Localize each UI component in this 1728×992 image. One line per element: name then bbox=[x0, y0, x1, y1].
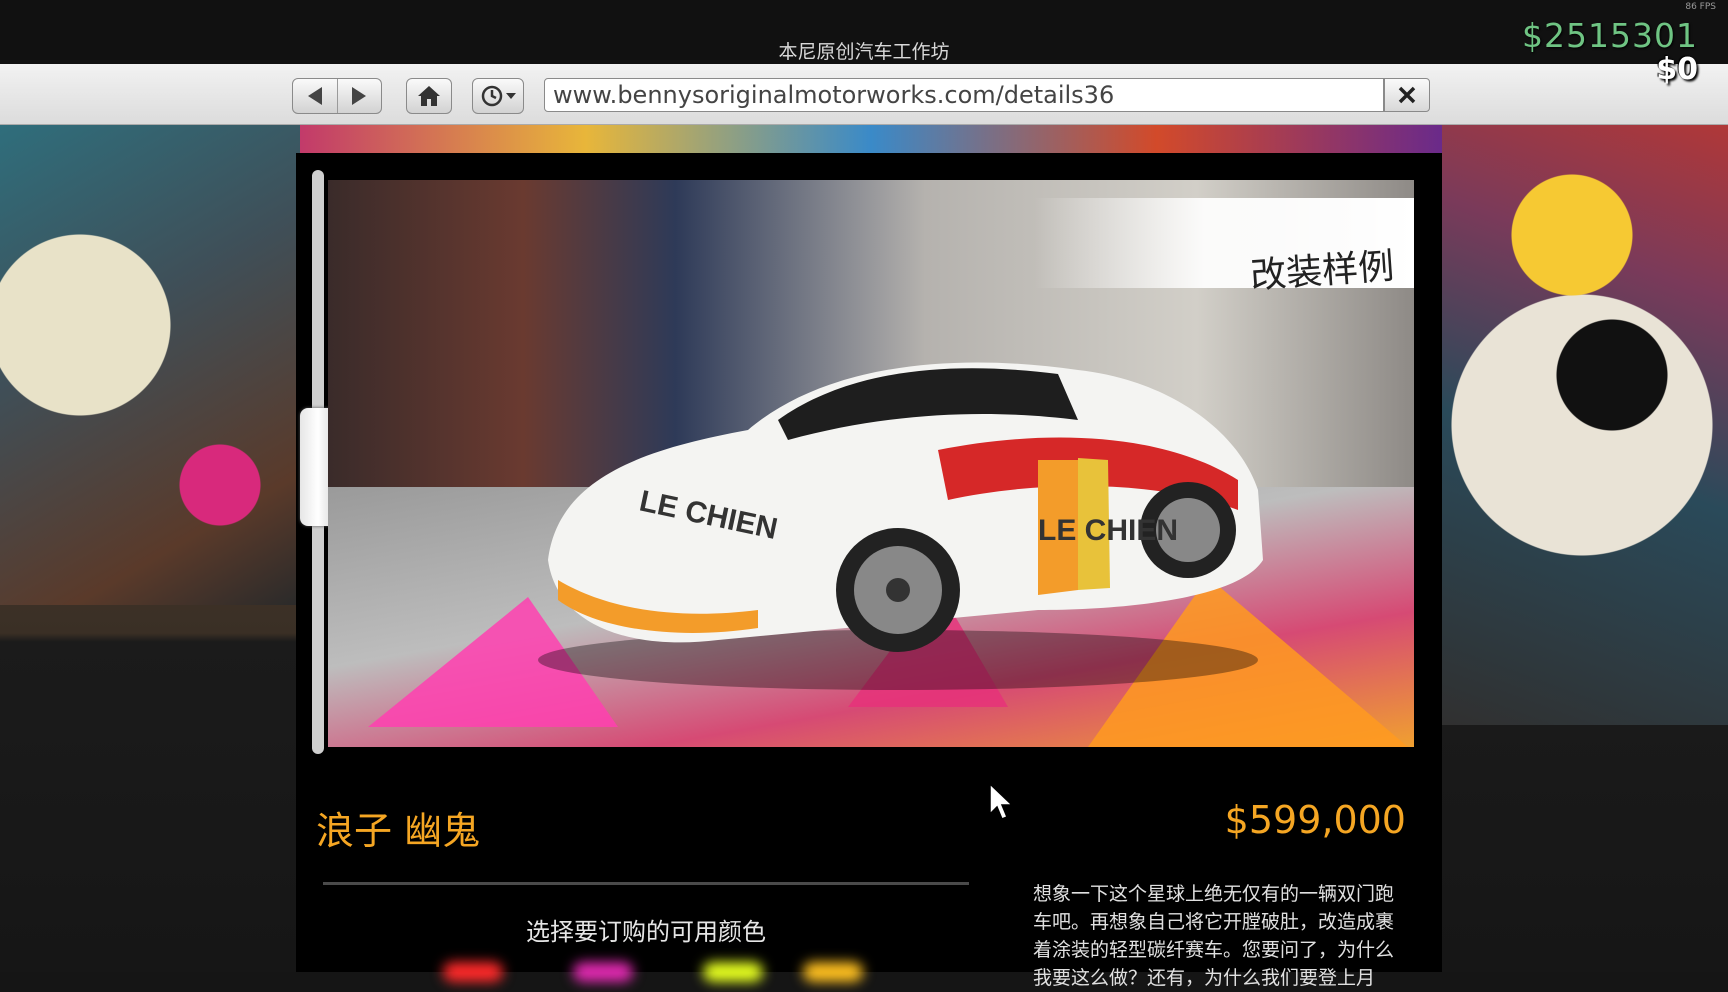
mouse-cursor-icon bbox=[989, 782, 1014, 820]
fps-counter: 86 FPS bbox=[1685, 2, 1716, 12]
history-clock-icon bbox=[481, 85, 503, 107]
color-swatch[interactable] bbox=[573, 962, 633, 982]
vehicle-price: $599,000 bbox=[1224, 798, 1406, 842]
browser-toolbar bbox=[0, 64, 1728, 125]
vehicle-description: 想象一下这个星球上绝无仅有的一辆双门跑车吧。再想象自己将它开膛破肚，改造成裹着涂… bbox=[1033, 883, 1395, 989]
close-button[interactable] bbox=[1384, 78, 1430, 112]
back-button[interactable] bbox=[293, 79, 337, 113]
car-illustration: LE CHIEN LE CHIEN bbox=[538, 362, 1263, 690]
color-swatch-row bbox=[323, 962, 969, 982]
color-selection-heading: 选择要订购的可用颜色 bbox=[526, 918, 766, 946]
navigation-buttons bbox=[292, 78, 382, 114]
home-icon bbox=[418, 86, 440, 106]
forward-arrow-icon bbox=[352, 87, 367, 105]
color-swatch[interactable] bbox=[443, 962, 503, 982]
forward-button[interactable] bbox=[336, 79, 382, 113]
url-input[interactable] bbox=[544, 78, 1384, 112]
svg-text:LE CHIEN: LE CHIEN bbox=[1038, 514, 1178, 547]
bank-balance: $2515301 bbox=[1522, 16, 1698, 55]
graffiti-left-mural bbox=[0, 125, 300, 605]
browser-window-title: 本尼原创汽车工作坊 bbox=[778, 41, 950, 63]
section-divider bbox=[323, 882, 969, 885]
color-swatch[interactable] bbox=[803, 962, 863, 982]
close-icon bbox=[1398, 86, 1416, 104]
game-top-bar: 本尼原创汽车工作坊 86 FPS $2515301 bbox=[0, 0, 1728, 64]
graffiti-skull-mural bbox=[1442, 125, 1728, 725]
history-button[interactable] bbox=[472, 78, 524, 114]
chevron-down-icon bbox=[506, 93, 516, 99]
vehicle-name: 浪子 幽鬼 bbox=[316, 809, 481, 853]
graffiti-top-strip bbox=[300, 125, 1442, 155]
modified-example-badge: 改装样例 bbox=[1248, 246, 1396, 297]
color-swatch[interactable] bbox=[703, 962, 763, 982]
vehicle-hero-image: LE CHIEN LE CHIEN 改装样例 bbox=[328, 180, 1414, 747]
home-button[interactable] bbox=[406, 78, 452, 114]
back-arrow-icon bbox=[307, 87, 322, 105]
cash-balance: $0 bbox=[1656, 52, 1698, 87]
